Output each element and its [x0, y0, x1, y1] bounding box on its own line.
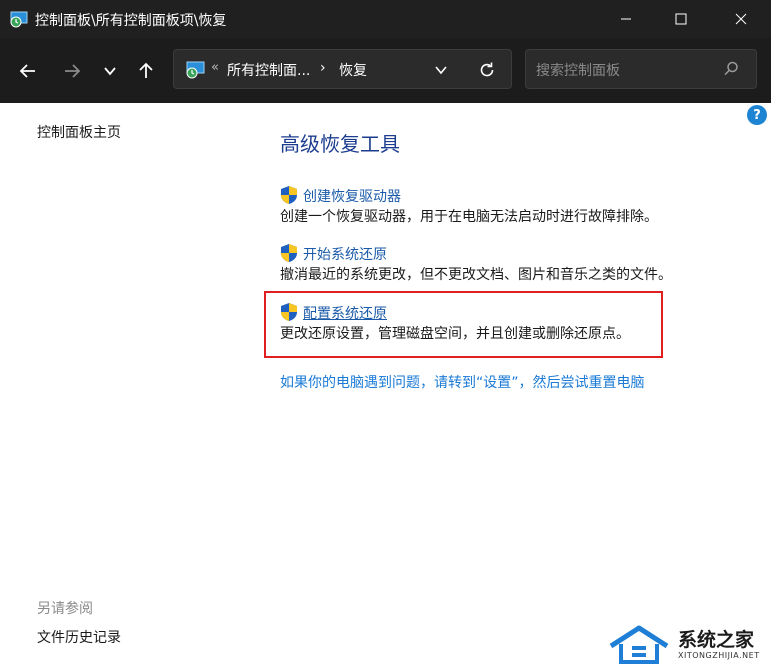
minimize-button[interactable]: [603, 0, 649, 38]
recent-locations-button[interactable]: [95, 56, 125, 86]
refresh-button[interactable]: [474, 58, 500, 82]
address-dropdown-button[interactable]: [428, 58, 454, 82]
site-watermark: 系统之家 XITONGZHIJIA.NET: [605, 620, 765, 668]
chevron-down-icon: [104, 67, 116, 76]
window-title: 控制面板\所有控制面板项\恢复: [35, 13, 227, 29]
close-button[interactable]: [718, 0, 764, 38]
configure-system-restore-description: 更改还原设置，管理磁盘空间，并且创建或删除还原点。: [280, 326, 630, 342]
watermark-text: 系统之家: [678, 629, 755, 651]
search-input[interactable]: 搜索控制面板: [525, 49, 757, 89]
configure-system-restore-link[interactable]: 配置系统还原: [303, 303, 387, 323]
forward-button[interactable]: [57, 56, 87, 86]
watermark-subtext: XITONGZHIJIA.NET: [678, 651, 760, 660]
start-system-restore-link[interactable]: 开始系统还原: [303, 244, 387, 264]
create-recovery-drive-description: 创建一个恢复驱动器，用于在电脑无法启动时进行故障排除。: [280, 209, 658, 225]
address-bar[interactable]: « 所有控制面... › 恢复: [173, 49, 512, 89]
refresh-icon: [480, 62, 494, 77]
control-panel-icon: [185, 61, 205, 79]
minimize-icon: [621, 18, 631, 20]
breadcrumb-separator[interactable]: ›: [320, 60, 326, 76]
search-icon: [722, 60, 740, 78]
help-button[interactable]: ?: [747, 105, 767, 125]
up-button[interactable]: [131, 56, 161, 86]
start-system-restore-description: 撤消最近的系统更改，但不更改文档、图片和音乐之类的文件。: [280, 267, 672, 283]
page-title: 高级恢复工具: [280, 132, 400, 156]
arrow-up-icon: [139, 62, 153, 78]
reset-pc-link[interactable]: 如果你的电脑遇到问题，请转到“设置”，然后尝试重置电脑: [280, 372, 645, 392]
arrow-right-icon: [65, 64, 81, 78]
uac-shield-icon: [280, 302, 298, 322]
close-icon: [735, 13, 747, 25]
control-panel-home-link[interactable]: 控制面板主页: [37, 122, 121, 142]
maximize-icon: [675, 13, 687, 25]
see-also-heading: 另请参阅: [37, 601, 93, 617]
uac-shield-icon: [280, 243, 298, 263]
breadcrumb-recovery[interactable]: 恢复: [339, 60, 367, 80]
house-logo-icon: [609, 625, 669, 664]
file-history-link[interactable]: 文件历史记录: [37, 627, 121, 647]
breadcrumb-all-control-panel-items[interactable]: 所有控制面...: [227, 60, 310, 80]
navigation-bar: « 所有控制面... › 恢复 搜索控制面板: [0, 38, 771, 103]
chevron-down-icon: [435, 66, 447, 75]
maximize-button[interactable]: [658, 0, 704, 38]
uac-shield-icon: [280, 185, 298, 205]
create-recovery-drive-link[interactable]: 创建恢复驱动器: [303, 186, 401, 206]
arrow-left-icon: [19, 64, 35, 78]
control-panel-icon: [10, 10, 28, 28]
back-button[interactable]: [13, 56, 43, 86]
overflow-chevron[interactable]: «: [211, 60, 219, 75]
title-bar: 控制面板\所有控制面板项\恢复: [0, 0, 771, 38]
search-placeholder: 搜索控制面板: [536, 63, 620, 79]
